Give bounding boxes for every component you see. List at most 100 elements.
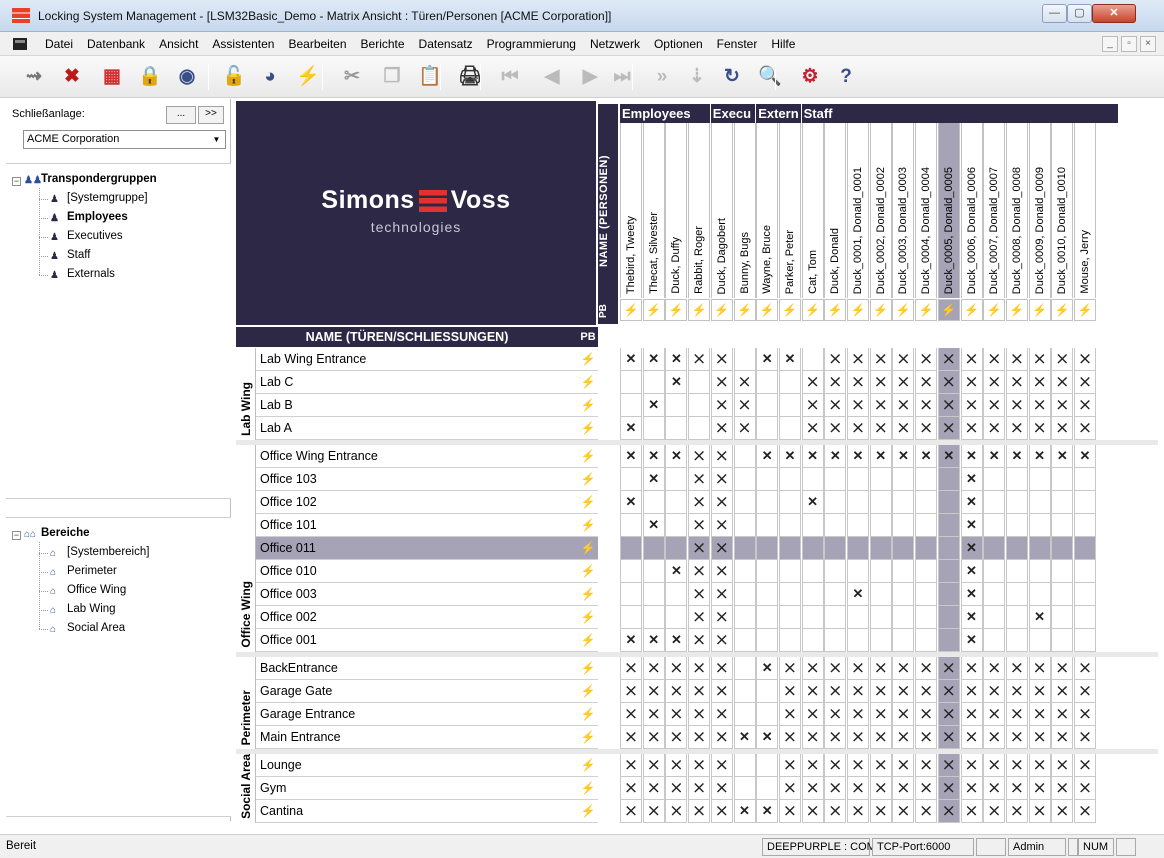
matrix-cell[interactable] <box>733 754 756 777</box>
row-group-social-area[interactable]: Social Area <box>236 754 256 823</box>
matrix-cell[interactable] <box>937 514 960 537</box>
matrix-cell[interactable]: ⨯ <box>1074 417 1096 440</box>
matrix-cell[interactable] <box>801 537 824 560</box>
matrix-cell[interactable]: ⨯ <box>710 606 733 629</box>
matrix-cell[interactable]: ⨯ <box>710 417 733 440</box>
matrix-cell[interactable] <box>1074 468 1096 491</box>
matrix-cell[interactable]: ⨯ <box>847 726 869 749</box>
matrix-cell[interactable]: ⨯ <box>1074 348 1096 371</box>
matrix-cell[interactable] <box>756 629 779 652</box>
matrix-cell[interactable]: ⨯ <box>1005 703 1028 726</box>
matrix-cell[interactable]: ⨯ <box>1028 777 1051 800</box>
matrix-cell[interactable]: ⨯ <box>847 800 869 823</box>
matrix-cell[interactable]: ⨯ <box>869 348 892 371</box>
matrix-cell[interactable]: ⨯ <box>710 583 733 606</box>
matrix-cell[interactable]: ⨯ <box>1051 657 1074 680</box>
matrix-cell[interactable] <box>892 537 915 560</box>
matrix-cell[interactable]: ⨯ <box>915 417 938 440</box>
matrix-cell[interactable] <box>1051 468 1074 491</box>
matrix-cell[interactable] <box>1074 491 1096 514</box>
matrix-cell[interactable]: ⨯ <box>801 754 824 777</box>
lightning-icon[interactable]: ⚡ <box>578 348 598 371</box>
matrix-cell[interactable] <box>756 560 779 583</box>
matrix-cell[interactable]: ⨯ <box>1051 726 1074 749</box>
matrix-cell[interactable] <box>824 514 847 537</box>
matrix-cell[interactable] <box>642 537 665 560</box>
lightning-icon[interactable]: ⚡ <box>665 299 688 321</box>
transponder-query-icon[interactable]: ◕ <box>258 65 282 89</box>
matrix-cell[interactable] <box>983 583 1006 606</box>
door-row-label[interactable]: BackEntrance <box>256 657 578 680</box>
matrix-cell[interactable]: ✕ <box>847 583 869 606</box>
matrix-cell[interactable]: ⨯ <box>710 371 733 394</box>
tree1-item-externals[interactable]: ♟ Externals <box>50 268 115 281</box>
matrix-cell[interactable] <box>1028 468 1051 491</box>
matrix-cell[interactable]: ⨯ <box>892 348 915 371</box>
program-icon[interactable]: ⚡ <box>296 65 320 89</box>
menu-netzwerk[interactable]: Netzwerk <box>590 37 640 51</box>
matrix-cell[interactable]: ⨯ <box>620 800 642 823</box>
matrix-cell[interactable] <box>778 629 801 652</box>
matrix-cell[interactable]: ⨯ <box>710 754 733 777</box>
door-row-label[interactable]: Office 102 <box>256 491 578 514</box>
lightning-icon[interactable]: ⚡ <box>1074 299 1096 321</box>
matrix-cell[interactable] <box>778 537 801 560</box>
matrix-cell[interactable]: ⨯ <box>824 348 847 371</box>
tree1-item-employees[interactable]: ♟ Employees <box>50 211 128 224</box>
lightning-icon[interactable]: ⚡ <box>824 299 847 321</box>
matrix-cell[interactable] <box>1074 514 1096 537</box>
matrix-cell[interactable]: ⨯ <box>824 371 847 394</box>
mdi-button-0[interactable]: _ <box>1102 36 1118 52</box>
matrix-cell[interactable]: ⨯ <box>710 445 733 468</box>
matrix-cell[interactable] <box>620 371 642 394</box>
matrix-cell[interactable] <box>847 468 869 491</box>
matrix-cell[interactable]: ⨯ <box>801 657 824 680</box>
matrix-cell[interactable]: ⨯ <box>1028 703 1051 726</box>
matrix-cell[interactable]: ⨯ <box>733 371 756 394</box>
matrix-cell[interactable] <box>642 371 665 394</box>
row-group-office-wing[interactable]: Office Wing <box>236 445 256 652</box>
tree2-item-office-wing[interactable]: ⌂ Office Wing <box>50 584 126 597</box>
matrix-cell[interactable]: ⨯ <box>869 417 892 440</box>
matrix-cell[interactable]: ⨯ <box>960 394 983 417</box>
door-row-label[interactable]: Office 001 <box>256 629 578 652</box>
matrix-cell[interactable]: ⨯ <box>1074 726 1096 749</box>
matrix-cell[interactable] <box>869 468 892 491</box>
matrix-cell[interactable] <box>847 560 869 583</box>
matrix-cell[interactable]: ⨯ <box>778 800 801 823</box>
matrix-cell[interactable] <box>824 468 847 491</box>
matrix-cell[interactable]: ⨯ <box>824 657 847 680</box>
matrix-cell[interactable]: ⨯ <box>688 777 711 800</box>
matrix-cell[interactable]: ⨯ <box>983 371 1006 394</box>
menu-ansicht[interactable]: Ansicht <box>159 37 198 51</box>
matrix-cell[interactable]: ⨯ <box>1074 800 1096 823</box>
collapse-toggle-icon[interactable]: − <box>12 531 21 540</box>
matrix-cell[interactable] <box>1005 583 1028 606</box>
matrix-cell[interactable]: ⨯ <box>960 754 983 777</box>
matrix-cell[interactable]: ⨯ <box>620 657 642 680</box>
matrix-cell[interactable]: ⨯ <box>1005 726 1028 749</box>
matrix-cell[interactable]: ⨯ <box>869 726 892 749</box>
lightning-icon[interactable]: ⚡ <box>983 299 1006 321</box>
column-header[interactable]: Duck, Duffy <box>665 123 688 298</box>
lightning-icon[interactable]: ⚡ <box>578 468 598 491</box>
lightning-icon[interactable]: ⚡ <box>937 299 960 321</box>
last-icon[interactable]: ⏭ <box>610 65 634 89</box>
matrix-cell[interactable]: ⨯ <box>983 703 1006 726</box>
matrix-cell[interactable] <box>869 606 892 629</box>
door-row-label[interactable]: Office 003 <box>256 583 578 606</box>
lightning-icon[interactable]: ⚡ <box>578 583 598 606</box>
matrix-cell[interactable]: ⨯ <box>847 777 869 800</box>
group-header-execu[interactable]: Execu <box>710 104 756 123</box>
matrix-cell[interactable]: ⨯ <box>620 726 642 749</box>
tree2-item-perimeter[interactable]: ⌂ Perimeter <box>50 565 117 578</box>
matrix-cell[interactable]: ⨯ <box>892 680 915 703</box>
close-button[interactable]: ✕ <box>1092 4 1136 23</box>
matrix-cell[interactable]: ✕ <box>620 348 642 371</box>
matrix-cell[interactable]: ⨯ <box>960 777 983 800</box>
matrix-cell[interactable] <box>937 560 960 583</box>
matrix-cell[interactable] <box>1074 606 1096 629</box>
door-row-label[interactable]: Office 002 <box>256 606 578 629</box>
matrix-cell[interactable] <box>1005 606 1028 629</box>
matrix-cell[interactable] <box>642 583 665 606</box>
